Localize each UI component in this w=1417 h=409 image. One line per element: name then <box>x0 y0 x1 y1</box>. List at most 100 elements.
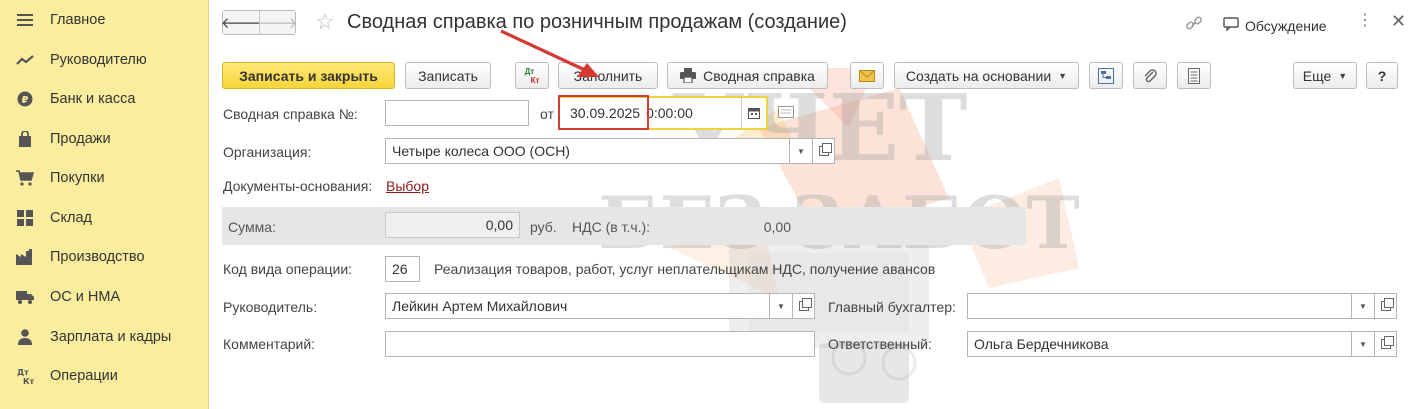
chief-accountant-open-button[interactable] <box>1375 293 1397 319</box>
number-input[interactable] <box>385 100 529 126</box>
attach-button[interactable] <box>1133 62 1167 89</box>
bag-icon <box>16 130 34 148</box>
sidebar: Главное Руководителю ₽ Банк и касса Прод… <box>0 0 209 409</box>
organization-open-button[interactable] <box>813 138 835 164</box>
sidebar-item-label: Зарплата и кадры <box>50 328 172 345</box>
head-field[interactable]: Лейкин Артем Михайлович <box>385 293 770 319</box>
dt-kt-icon: Дт Кт <box>524 66 540 85</box>
create-based-on-button[interactable]: Создать на основании ▼ <box>894 62 1079 89</box>
sidebar-item-label: Банк и касса <box>50 90 136 107</box>
envelope-icon <box>859 69 875 82</box>
create-based-on-label: Создать на основании <box>905 67 1052 84</box>
responsible-dropdown-button[interactable]: ▼ <box>1352 331 1375 357</box>
page-title: Сводная справка по розничным продажам (с… <box>347 11 847 33</box>
vat-value: 0,00 <box>763 219 791 235</box>
more-button[interactable]: Еще ▼ <box>1293 62 1357 89</box>
menu-icon <box>16 11 34 29</box>
chief-accountant-label: Главный бухгалтер: <box>828 299 956 315</box>
fill-button[interactable]: Заполнить <box>558 62 658 89</box>
grid-icon <box>16 209 34 227</box>
responsible-open-button[interactable] <box>1375 331 1397 357</box>
svg-text:Кт: Кт <box>23 377 34 385</box>
print-summary-label: Сводная справка <box>703 67 815 84</box>
print-summary-button[interactable]: Сводная справка <box>667 62 828 89</box>
comment-note-icon[interactable] <box>778 106 794 123</box>
save-button[interactable]: Записать <box>405 62 491 89</box>
open-form-icon <box>798 298 812 311</box>
email-button[interactable] <box>850 62 884 89</box>
organization-field[interactable]: Четыре колеса ООО (ОСН) <box>385 138 790 164</box>
responsible-field[interactable]: Ольга Бердечникова <box>967 331 1352 357</box>
more-vertical-icon[interactable]: ⋮ <box>1357 12 1373 30</box>
comment-input[interactable] <box>385 331 815 357</box>
sidebar-item-salary[interactable]: Зарплата и кадры <box>0 317 208 356</box>
open-form-icon <box>1380 298 1394 311</box>
back-button[interactable]: 🡐 <box>220 11 262 34</box>
chief-accountant-dropdown-button[interactable]: ▼ <box>1352 293 1375 319</box>
history-nav: 🡐 🡒 <box>220 10 298 35</box>
head-dropdown-button[interactable]: ▼ <box>770 293 793 319</box>
forward-button[interactable]: 🡒 <box>257 11 298 34</box>
sidebar-item-assets[interactable]: ОС и НМА <box>0 277 208 316</box>
responsible-value: Ольга Бердечникова <box>974 336 1109 352</box>
coin-icon: ₽ <box>16 90 34 108</box>
chat-icon <box>1223 17 1239 34</box>
sidebar-item-label: Руководителю <box>50 51 147 68</box>
save-label: Записать <box>418 67 478 84</box>
arrow-left-icon: 🡐 <box>220 15 262 32</box>
date-value: 30.09.2025 <box>570 105 641 121</box>
vat-label: НДС (в т.ч.): <box>572 219 651 235</box>
printer-icon <box>680 68 697 83</box>
date-input[interactable]: 30.09.2025 0:00:00 <box>558 96 768 130</box>
sidebar-item-label: Операции <box>50 367 118 384</box>
sum-label: Сумма: <box>228 219 276 235</box>
fill-label: Заполнить <box>573 67 643 84</box>
sidebar-item-warehouse[interactable]: Склад <box>0 198 208 237</box>
dt-kt-button[interactable]: Дт Кт <box>515 62 549 89</box>
calendar-button[interactable] <box>741 98 766 128</box>
favorite-star-icon[interactable]: ☆ <box>315 10 335 34</box>
svg-text:Дт: Дт <box>17 368 29 377</box>
chief-accountant-field[interactable] <box>967 293 1352 319</box>
time-value: 0:00:00 <box>646 105 693 121</box>
operation-code-field[interactable]: 26 <box>385 256 420 282</box>
open-form-icon <box>1380 336 1394 349</box>
sidebar-item-production[interactable]: Производство <box>0 237 208 276</box>
organization-dropdown-button[interactable]: ▼ <box>790 138 813 164</box>
sidebar-item-label: ОС и НМА <box>50 288 121 305</box>
svg-text:₽: ₽ <box>22 95 29 106</box>
report-button[interactable] <box>1177 62 1211 89</box>
operation-code-description: Реализация товаров, работ, услуг неплате… <box>434 261 936 277</box>
responsible-label: Ответственный: <box>828 336 932 352</box>
paperclip-icon <box>1143 68 1157 84</box>
save-and-close-button[interactable]: Записать и закрыть <box>222 62 395 89</box>
structure-button[interactable] <box>1089 62 1123 89</box>
discussion-button[interactable]: Обсуждение <box>1223 17 1327 34</box>
close-icon[interactable]: ✕ <box>1391 12 1406 30</box>
sum-value: 0,00 <box>485 217 513 233</box>
sidebar-item-label: Склад <box>50 209 92 226</box>
more-label: Еще <box>1302 67 1332 84</box>
main-panel: УЧЕТ БЕЗ ЗАБОТ 🡐 🡒 ☆ Сводная справка по … <box>209 0 1417 409</box>
sidebar-item-sales[interactable]: Продажи <box>0 119 208 158</box>
sidebar-item-label: Производство <box>50 248 145 265</box>
sidebar-item-director[interactable]: Руководителю <box>0 40 208 79</box>
help-button[interactable]: ? <box>1366 62 1398 89</box>
link-icon[interactable] <box>1185 15 1203 38</box>
dt-kt-icon: Дт Кт <box>16 367 34 385</box>
save-and-close-label: Записать и закрыть <box>239 67 378 84</box>
sidebar-item-purchases[interactable]: Покупки <box>0 158 208 197</box>
structure-icon <box>1098 67 1114 84</box>
head-value: Лейкин Артем Михайлович <box>392 298 568 314</box>
base-documents-select-link[interactable]: Выбор <box>386 178 429 194</box>
operation-code-label: Код вида операции: <box>223 261 353 277</box>
sum-field: 0,00 <box>385 212 520 238</box>
organization-label: Организация: <box>223 144 312 160</box>
sidebar-item-label: Главное <box>50 11 106 28</box>
discussion-label: Обсуждение <box>1245 17 1327 34</box>
sidebar-item-bank[interactable]: ₽ Банк и касса <box>0 79 208 118</box>
sidebar-item-main[interactable]: Главное <box>0 0 208 39</box>
open-form-icon <box>818 143 832 156</box>
sidebar-item-operations[interactable]: Дт Кт Операции <box>0 356 208 395</box>
head-open-button[interactable] <box>793 293 815 319</box>
